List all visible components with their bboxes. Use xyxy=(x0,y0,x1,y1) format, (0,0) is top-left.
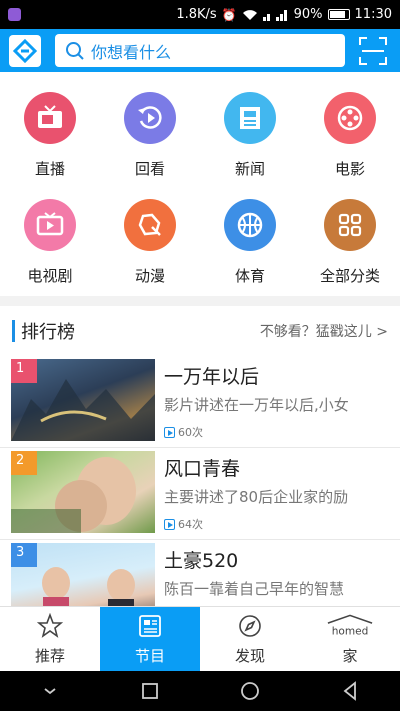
category-label: 动漫 xyxy=(134,267,165,285)
category-label: 电影 xyxy=(334,160,365,178)
signal-icon xyxy=(262,9,287,21)
item-title: 土豪520 xyxy=(164,550,239,572)
network-speed: 1.8K/s xyxy=(176,7,217,22)
category-label: 全部分类 xyxy=(319,267,380,285)
category-all[interactable]: 全部分类 xyxy=(300,199,400,286)
ranking-header: 排行榜 不够看？猛戳这儿 > xyxy=(0,306,400,356)
rank-badge: 1 xyxy=(11,359,37,383)
play-count-text: 64次 xyxy=(178,518,203,531)
tv-icon xyxy=(24,92,76,144)
category-label: 新闻 xyxy=(234,160,265,178)
tab-recommend[interactable]: 推荐 xyxy=(0,607,100,672)
wifi-icon xyxy=(242,9,257,20)
tab-label: 家 xyxy=(342,647,358,665)
rank-badge: 3 xyxy=(11,543,37,567)
battery-percent: 90% xyxy=(293,7,323,22)
item-title: 一万年以后 xyxy=(164,366,260,388)
star-icon xyxy=(37,613,63,638)
app-logo-icon[interactable] xyxy=(9,34,41,67)
search-icon xyxy=(66,41,84,60)
back-triangle-icon[interactable] xyxy=(338,679,362,703)
category-live[interactable]: 直播 xyxy=(0,92,100,179)
search-bar[interactable]: 你想看什么 xyxy=(55,34,345,67)
item-description: 主要讲述了80后企业家的励 xyxy=(164,488,349,506)
collapse-chevron-icon[interactable] xyxy=(38,679,62,703)
top-header: 你想看什么 xyxy=(0,29,400,72)
ranking-title: 排行榜 xyxy=(21,322,75,343)
category-tv-series[interactable]: 电视剧 xyxy=(0,199,100,286)
status-bar: 1.8K/s ⏰ 90% 11:30 xyxy=(0,0,400,29)
category-label: 体育 xyxy=(234,267,265,285)
film-reel-icon xyxy=(324,92,376,144)
category-label: 电视剧 xyxy=(27,267,73,285)
item-description: 影片讲述在一万年以后,小女 xyxy=(164,396,349,414)
category-label: 回看 xyxy=(134,160,165,178)
item-description: 陈百一靠着自己早年的智慧 xyxy=(164,580,345,598)
play-count-text: 60次 xyxy=(178,426,203,439)
category-label: 直播 xyxy=(34,160,65,178)
poster-thumbnail: 1 xyxy=(11,359,155,441)
item-title: 风口青春 xyxy=(164,458,241,480)
play-icon xyxy=(164,426,175,438)
clock-time: 11:30 xyxy=(354,7,392,22)
category-sports[interactable]: 体育 xyxy=(200,199,300,286)
tab-label: 发现 xyxy=(234,647,265,665)
basketball-icon xyxy=(224,199,276,251)
home-circle-icon[interactable] xyxy=(238,679,262,703)
tv-play-icon xyxy=(24,199,76,251)
play-count: 64次 xyxy=(164,516,203,532)
alarm-icon: ⏰ xyxy=(221,7,237,22)
rank-badge: 2 xyxy=(11,451,37,475)
tab-label: 推荐 xyxy=(34,647,65,665)
replay-icon xyxy=(124,92,176,144)
battery-icon xyxy=(327,9,350,20)
section-divider xyxy=(0,296,400,306)
category-anime[interactable]: 动漫 xyxy=(100,199,200,286)
news-icon xyxy=(224,92,276,144)
cartoon-icon xyxy=(124,199,176,251)
ranking-item[interactable]: 2 风口青春 主要讲述了80后企业家的励 64次 xyxy=(0,448,400,540)
poster-thumbnail: 2 xyxy=(11,451,155,533)
search-placeholder: 你想看什么 xyxy=(91,42,172,62)
scan-icon[interactable] xyxy=(358,36,388,66)
category-grid: 直播 回看 新闻 电影 电视剧 动漫 体育 全部分类 xyxy=(0,82,400,294)
category-news[interactable]: 新闻 xyxy=(200,92,300,179)
category-movie[interactable]: 电影 xyxy=(300,92,400,179)
tab-home[interactable]: homed 家 xyxy=(300,607,400,672)
tab-programs[interactable]: 节目 xyxy=(100,607,200,672)
ranking-item[interactable]: 1 一万年以后 影片讲述在一万年以后,小女 60次 xyxy=(0,356,400,448)
bottom-tab-bar: 推荐 节目 发现 homed 家 xyxy=(0,606,400,672)
svg-text:homed: homed xyxy=(332,626,369,638)
tab-discover[interactable]: 发现 xyxy=(200,607,300,672)
grid-icon xyxy=(324,199,376,251)
play-count: 60次 xyxy=(164,424,203,440)
system-nav-bar xyxy=(0,671,400,711)
compass-icon xyxy=(239,615,261,637)
program-list-icon xyxy=(139,615,161,637)
recent-apps-icon[interactable] xyxy=(138,679,162,703)
ranking-more-link[interactable]: 不够看？猛戳这儿 > xyxy=(260,321,388,341)
play-icon xyxy=(164,518,175,530)
app-notification-icon xyxy=(8,8,21,21)
homed-icon: homed xyxy=(327,614,373,638)
category-replay[interactable]: 回看 xyxy=(100,92,200,179)
title-accent-bar xyxy=(12,320,15,342)
tab-label: 节目 xyxy=(134,647,165,665)
